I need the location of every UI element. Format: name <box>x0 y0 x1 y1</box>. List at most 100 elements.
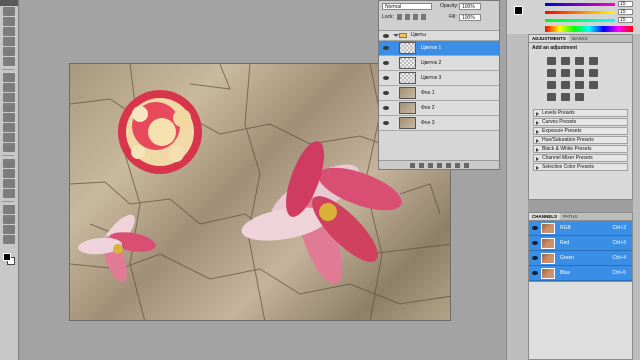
lock-all-icon[interactable] <box>421 14 426 20</box>
eye-icon[interactable] <box>383 61 389 65</box>
red-value-field[interactable]: 15 <box>618 1 633 7</box>
lasso-tool-icon[interactable] <box>3 27 15 36</box>
layer-row[interactable]: Фон 2 <box>379 101 499 116</box>
eyedropper-tool-icon[interactable] <box>3 57 15 66</box>
eraser-tool-icon[interactable] <box>3 113 15 122</box>
green-value-field[interactable]: 15 <box>618 9 633 15</box>
foreground-color-swatch[interactable] <box>3 253 11 261</box>
preset-item[interactable]: Curves Presets <box>533 118 628 126</box>
lock-position-icon[interactable] <box>413 14 418 20</box>
tab-channels[interactable]: CHANNELS <box>529 213 561 220</box>
gradient-tool-icon[interactable] <box>3 123 15 132</box>
tab-paths[interactable]: PATHS <box>560 213 580 220</box>
eye-icon[interactable] <box>383 33 389 38</box>
invert-icon[interactable] <box>575 81 584 89</box>
fill-field[interactable]: 100% <box>459 14 481 21</box>
posterize-icon[interactable] <box>589 81 598 89</box>
delete-layer-icon[interactable] <box>463 162 469 168</box>
tools-panel-grip[interactable] <box>0 0 18 6</box>
channel-row[interactable]: Green Ctrl+4 <box>529 251 632 266</box>
channel-row[interactable]: RGB Ctrl+2 <box>529 221 632 236</box>
tab-adjustments[interactable]: ADJUSTMENTS <box>529 35 569 42</box>
eye-icon[interactable] <box>383 106 389 110</box>
vibrance-icon[interactable] <box>547 69 556 77</box>
new-group-icon[interactable] <box>445 162 451 168</box>
preset-item[interactable]: Selective Color Presets <box>533 163 628 171</box>
preset-item[interactable]: Black & White Presets <box>533 145 628 153</box>
history-brush-icon[interactable] <box>3 103 15 112</box>
color-panel-foreground-swatch[interactable] <box>514 6 523 15</box>
eye-icon[interactable] <box>383 91 389 95</box>
3d-orbit-icon[interactable] <box>3 215 15 224</box>
link-layers-icon[interactable] <box>409 162 415 168</box>
brush-tool-icon[interactable] <box>3 83 15 92</box>
layers-panel: Normal Opacity: 100% Lock: Fill: 100% Цв… <box>378 0 500 170</box>
eye-icon[interactable] <box>532 256 538 260</box>
move-tool-icon[interactable] <box>3 7 15 16</box>
hand-tool-icon[interactable] <box>3 225 15 234</box>
channel-shortcut: Ctrl+4 <box>612 254 626 261</box>
shape-tool-icon[interactable] <box>3 189 15 198</box>
eye-icon[interactable] <box>532 271 538 275</box>
new-layer-icon[interactable] <box>454 162 460 168</box>
lock-transparency-icon[interactable] <box>397 14 402 20</box>
tab-masks[interactable]: MASKS <box>569 35 591 42</box>
layer-row[interactable]: Фон 1 <box>379 86 499 101</box>
black-white-icon[interactable] <box>589 69 598 77</box>
brightness-contrast-icon[interactable] <box>547 57 556 65</box>
photo-filter-icon[interactable] <box>547 81 556 89</box>
layer-row[interactable]: Цветок 1 <box>379 41 499 56</box>
blend-mode-select[interactable]: Normal <box>382 3 432 10</box>
type-tool-icon[interactable] <box>3 169 15 178</box>
hue-saturation-icon[interactable] <box>561 69 570 77</box>
color-balance-icon[interactable] <box>575 69 584 77</box>
opacity-field[interactable]: 100% <box>459 3 481 10</box>
layer-row[interactable]: Фон 3 <box>379 116 499 131</box>
channel-thumbnail <box>541 237 555 249</box>
blue-slider[interactable] <box>545 19 615 22</box>
healing-brush-icon[interactable] <box>3 73 15 82</box>
3d-rotate-icon[interactable] <box>3 205 15 214</box>
levels-icon[interactable] <box>561 57 570 65</box>
marquee-tool-icon[interactable] <box>3 17 15 26</box>
preset-item[interactable]: Levels Presets <box>533 109 628 117</box>
quick-select-tool-icon[interactable] <box>3 37 15 46</box>
channel-row[interactable]: Blue Ctrl+5 <box>529 266 632 281</box>
red-slider[interactable] <box>545 3 615 6</box>
layer-group-row[interactable]: Цветы <box>379 31 499 41</box>
pen-tool-icon[interactable] <box>3 159 15 168</box>
layer-style-icon[interactable] <box>418 162 424 168</box>
zoom-tool-icon[interactable] <box>3 235 15 244</box>
path-select-icon[interactable] <box>3 179 15 188</box>
threshold-icon[interactable] <box>547 93 556 101</box>
preset-item[interactable]: Channel Mixer Presets <box>533 154 628 162</box>
color-spectrum-bar[interactable] <box>545 26 633 32</box>
channel-mixer-icon[interactable] <box>561 81 570 89</box>
dodge-tool-icon[interactable] <box>3 143 15 152</box>
adjustment-layer-icon[interactable] <box>436 162 442 168</box>
eye-icon[interactable] <box>383 76 389 80</box>
eye-icon[interactable] <box>532 241 538 245</box>
layer-row[interactable]: Цветок 2 <box>379 56 499 71</box>
blue-value-field[interactable]: 15 <box>618 17 633 23</box>
channel-row[interactable]: Red Ctrl+3 <box>529 236 632 251</box>
lock-pixels-icon[interactable] <box>405 14 410 20</box>
eye-icon[interactable] <box>383 121 389 125</box>
add-mask-icon[interactable] <box>427 162 433 168</box>
layer-name: Цветок 3 <box>421 74 442 81</box>
crop-tool-icon[interactable] <box>3 47 15 56</box>
eye-icon[interactable] <box>383 46 389 50</box>
exposure-icon[interactable] <box>589 57 598 65</box>
layer-thumbnail <box>399 117 416 129</box>
blur-tool-icon[interactable] <box>3 133 15 142</box>
eye-icon[interactable] <box>532 226 538 230</box>
panel-scrollbar[interactable] <box>633 34 640 360</box>
curves-icon[interactable] <box>575 57 584 65</box>
preset-item[interactable]: Exposure Presets <box>533 127 628 135</box>
clone-stamp-icon[interactable] <box>3 93 15 102</box>
selective-color-icon[interactable] <box>575 93 584 101</box>
green-slider[interactable] <box>545 11 615 14</box>
layer-row[interactable]: Цветок 3 <box>379 71 499 86</box>
preset-item[interactable]: Hue/Saturation Presets <box>533 136 628 144</box>
gradient-map-icon[interactable] <box>561 93 570 101</box>
